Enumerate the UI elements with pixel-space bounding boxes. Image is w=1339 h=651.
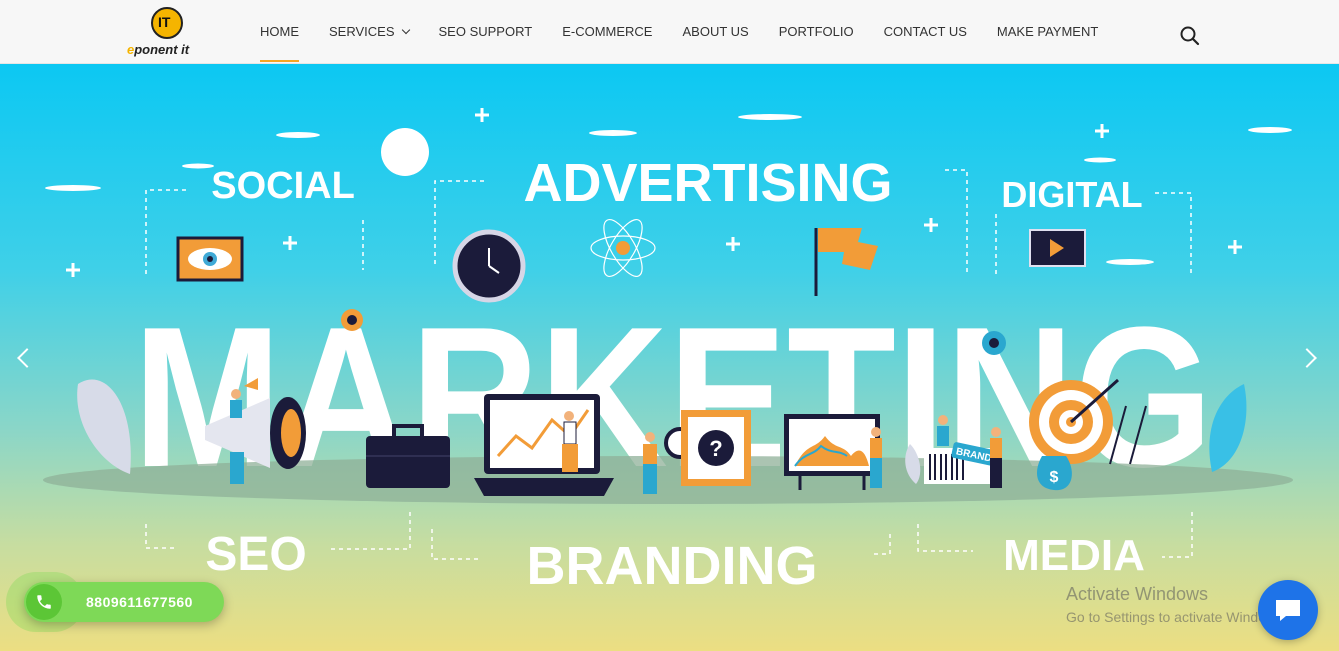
phone-icon (26, 584, 62, 620)
nav-about-us[interactable]: ABOUT US (667, 0, 763, 64)
atom-icon (590, 219, 656, 277)
word-seo: SEO (205, 528, 306, 581)
slider-next-button[interactable] (1297, 347, 1322, 369)
nav-seo-support[interactable]: SEO SUPPORT (424, 0, 548, 64)
main-menu: HOME SERVICES SEO SUPPORT E-COMMERCE ABO… (245, 0, 1113, 64)
svg-text:?: ? (709, 436, 722, 461)
nav-contact-us[interactable]: CONTACT US (869, 0, 982, 64)
nav-make-payment[interactable]: MAKE PAYMENT (982, 0, 1113, 64)
logo-mark: IT (151, 7, 183, 39)
laptop-chart-icon (474, 394, 614, 496)
video-screen-icon (1029, 229, 1086, 267)
chevron-right-icon (1297, 348, 1317, 368)
chevron-down-icon (401, 25, 410, 35)
clock-icon (452, 229, 526, 303)
call-number: 8809611677560 (86, 594, 193, 610)
chat-icon (1276, 600, 1300, 621)
nav-portfolio[interactable]: PORTFOLIO (764, 0, 869, 64)
hero-illustration: SOCIAL ADVERTISING DIGITAL MARKETING SEO… (43, 108, 1293, 596)
word-digital: DIGITAL (1001, 174, 1142, 215)
nav-home[interactable]: HOME (245, 0, 314, 64)
word-branding: BRANDING (527, 536, 818, 596)
chevron-left-icon (17, 348, 37, 368)
watermark-subtitle: Go to Settings to activate Windows. (1066, 609, 1287, 625)
eye-screen-icon (176, 236, 244, 282)
hero-slider: SOCIAL ADVERTISING DIGITAL MARKETING SEO… (0, 64, 1339, 651)
chat-button[interactable] (1258, 580, 1318, 640)
sun-decor (381, 128, 429, 176)
search-icon[interactable] (1178, 24, 1202, 48)
navbar: IT eponent it HOME SERVICES SEO SUPPORT … (0, 0, 1339, 64)
site-logo[interactable]: IT eponent it (127, 6, 207, 60)
word-media: MEDIA (1003, 531, 1145, 580)
slider-prev-button[interactable] (14, 347, 37, 369)
call-button[interactable]: 8809611677560 (24, 582, 224, 622)
watermark-title: Activate Windows (1066, 584, 1209, 604)
nav-services[interactable]: SERVICES (314, 0, 424, 64)
word-advertising: ADVERTISING (523, 153, 892, 213)
windows-activation-watermark: Activate Windows Go to Settings to activ… (1066, 584, 1287, 625)
svg-text:$: $ (1050, 469, 1059, 486)
word-social: SOCIAL (211, 165, 355, 207)
logo-text: eponent it (127, 42, 190, 57)
question-board-icon: ? (681, 410, 751, 486)
nav-e-commerce[interactable]: E-COMMERCE (547, 0, 667, 64)
money-bag-icon: $ (1037, 456, 1072, 491)
